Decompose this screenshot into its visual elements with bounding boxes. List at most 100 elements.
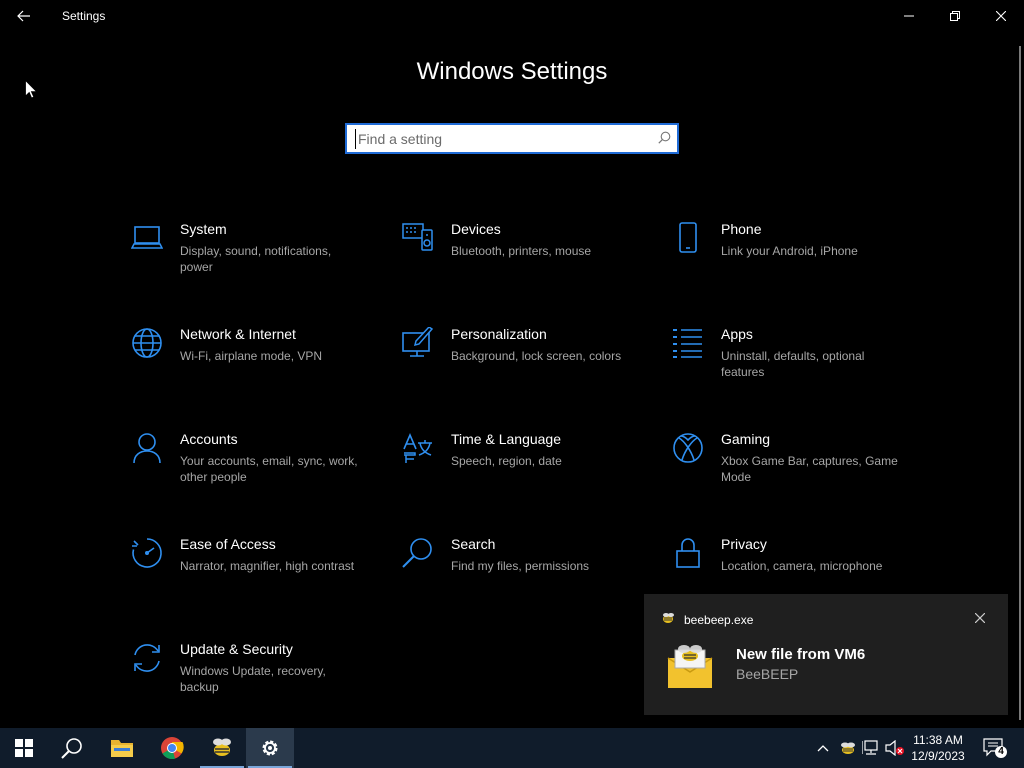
tile-network-internet[interactable]: Network & Internet Wi-Fi, airplane mode,… — [130, 326, 370, 406]
windows-logo-icon — [15, 739, 33, 757]
search-input[interactable] — [355, 129, 645, 149]
tile-description: Link your Android, iPhone — [721, 244, 858, 258]
back-button[interactable] — [8, 0, 40, 32]
close-icon — [975, 613, 985, 623]
tile-description: Background, lock screen, colors — [451, 349, 622, 363]
ease-of-access-icon — [130, 536, 164, 570]
tile-name: System — [180, 221, 227, 237]
tile-devices[interactable]: Devices Bluetooth, printers, mouse — [401, 221, 641, 301]
close-icon — [996, 11, 1006, 21]
search-icon — [61, 738, 82, 759]
tile-system[interactable]: System Display, sound, notifications, po… — [130, 221, 370, 301]
tile-description: Windows Update, recovery, backup — [180, 664, 326, 694]
tile-name: Phone — [721, 221, 762, 237]
tile-name: Time & Language — [451, 431, 561, 447]
apps-list-icon — [671, 326, 705, 360]
minimize-icon — [904, 15, 914, 17]
search-box[interactable] — [345, 123, 679, 154]
chrome-button[interactable] — [148, 728, 196, 768]
tile-description: Speech, region, date — [451, 454, 562, 468]
search-icon — [401, 536, 435, 570]
tray-volume-button[interactable] — [884, 728, 906, 768]
chevron-up-icon — [817, 745, 829, 752]
network-icon — [862, 740, 878, 755]
tile-phone[interactable]: Phone Link your Android, iPhone — [671, 221, 911, 301]
devices-icon — [401, 221, 435, 255]
toast-close-button[interactable] — [970, 608, 990, 628]
globe-icon — [130, 326, 164, 360]
tile-apps[interactable]: Apps Uninstall, defaults, optional featu… — [671, 326, 911, 406]
close-button[interactable] — [978, 0, 1024, 32]
beebeep-icon — [661, 611, 675, 629]
taskbar-search-button[interactable] — [48, 728, 96, 768]
minimize-button[interactable] — [886, 0, 932, 32]
beebeep-icon — [841, 742, 855, 754]
show-hidden-icons-button[interactable] — [812, 728, 834, 768]
tile-ease-of-access[interactable]: Ease of Access Narrator, magnifier, high… — [130, 536, 370, 616]
tile-time-language[interactable]: Time & Language Speech, region, date — [401, 431, 641, 511]
paint-icon — [401, 326, 435, 360]
tile-description: Narrator, magnifier, high contrast — [180, 559, 355, 573]
notification-count-badge: 4 — [998, 746, 1004, 757]
settings-taskbar-button[interactable] — [246, 728, 294, 768]
file-folder-bee-icon — [666, 644, 714, 695]
beebeep-taskbar-button[interactable] — [198, 728, 246, 768]
tile-name: Ease of Access — [180, 536, 276, 552]
tile-name: Search — [451, 536, 496, 552]
gear-icon — [262, 740, 278, 756]
title-bar: Settings — [0, 0, 1024, 32]
taskbar-clock[interactable]: 11:38 AM 12/9/2023 — [906, 732, 970, 764]
xbox-icon — [671, 431, 705, 465]
toast-app-name: beebeep.exe — [684, 613, 754, 627]
tile-name: Devices — [451, 221, 501, 237]
tile-description: Uninstall, defaults, optional features — [721, 349, 865, 379]
tray-beebeep-button[interactable] — [837, 728, 859, 768]
window-title: Settings — [62, 9, 106, 23]
tile-description: Location, camera, microphone — [721, 559, 883, 573]
restore-icon — [950, 11, 960, 21]
tile-description: Xbox Game Bar, captures, Game Mode — [721, 454, 898, 484]
phone-icon — [671, 221, 705, 255]
restore-button[interactable] — [932, 0, 978, 32]
action-center-button[interactable]: 4 — [978, 728, 1012, 768]
tile-personalization[interactable]: Personalization Background, lock screen,… — [401, 326, 641, 406]
tile-name: Apps — [721, 326, 753, 342]
tile-description: Bluetooth, printers, mouse — [451, 244, 592, 258]
clock-time: 11:38 AM — [913, 733, 963, 747]
chrome-icon — [161, 737, 184, 760]
toast-title: New file from VM6 — [736, 646, 866, 663]
taskbar: 11:38 AM 12/9/2023 4 — [0, 728, 1024, 768]
tile-search[interactable]: Search Find my files, permissions — [401, 536, 641, 616]
tile-name: Gaming — [721, 431, 771, 447]
file-explorer-button[interactable] — [98, 728, 146, 768]
tile-name: Update & Security — [180, 641, 293, 657]
language-icon — [401, 431, 435, 465]
scrollbar[interactable] — [1019, 46, 1021, 720]
back-arrow-icon — [17, 10, 30, 22]
tile-description: Wi-Fi, airplane mode, VPN — [180, 349, 323, 363]
tile-update-security[interactable]: Update & Security Windows Update, recove… — [130, 641, 370, 721]
tile-description: Your accounts, email, sync, work, other … — [180, 454, 358, 484]
tile-name: Network & Internet — [180, 326, 296, 342]
update-icon — [130, 641, 164, 675]
tile-gaming[interactable]: Gaming Xbox Game Bar, captures, Game Mod… — [671, 431, 911, 511]
tile-name: Personalization — [451, 326, 547, 342]
tile-accounts[interactable]: Accounts Your accounts, email, sync, wor… — [130, 431, 370, 511]
tile-description: Find my files, permissions — [451, 559, 590, 573]
tile-name: Accounts — [180, 431, 238, 447]
tile-name: Privacy — [721, 536, 767, 552]
clock-date: 12/9/2023 — [911, 749, 965, 763]
toast-notification[interactable]: beebeep.exe New file from VM6 BeeBEEP — [644, 594, 1008, 715]
tile-description: Display, sound, notifications, power — [180, 244, 332, 274]
laptop-icon — [130, 221, 164, 255]
start-button[interactable] — [0, 728, 48, 768]
page-title: Windows Settings — [416, 58, 608, 85]
volume-muted-icon — [885, 740, 904, 756]
tray-network-button[interactable] — [860, 728, 882, 768]
lock-icon — [671, 536, 705, 570]
toast-subtitle: BeeBEEP — [736, 666, 799, 682]
folder-icon — [111, 740, 133, 757]
search-icon — [658, 131, 671, 149]
beebeep-icon — [213, 738, 231, 756]
person-icon — [130, 431, 164, 465]
